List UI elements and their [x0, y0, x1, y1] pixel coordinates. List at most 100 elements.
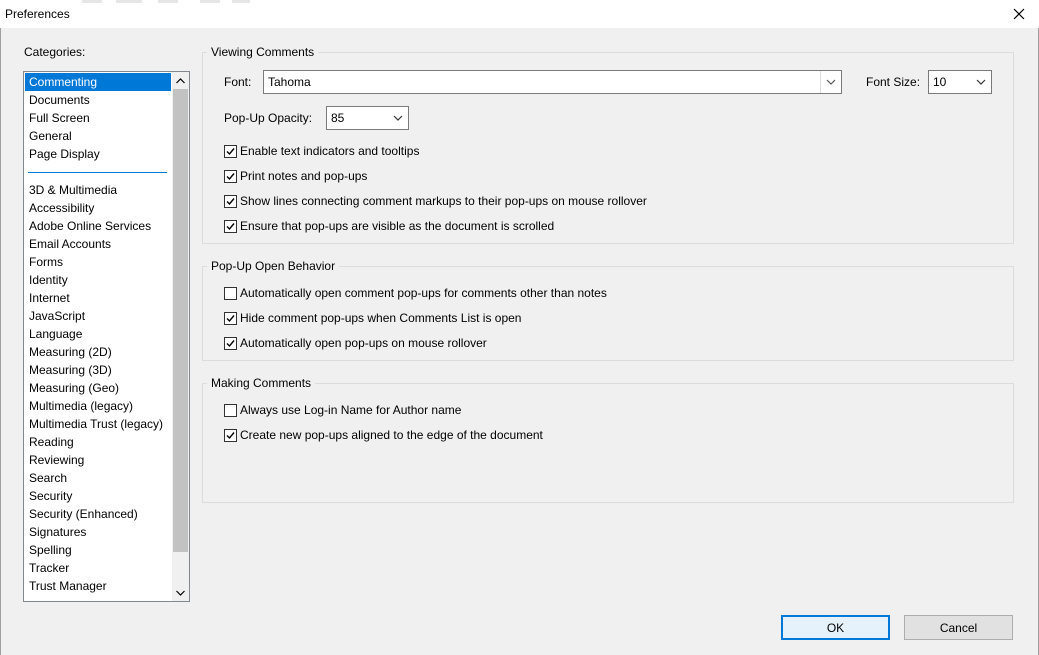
scroll-down-button[interactable] — [172, 584, 189, 601]
category-item[interactable]: Measuring (Geo) — [25, 379, 171, 397]
checkmark-icon — [226, 431, 235, 439]
checkbox-label: Hide comment pop-ups when Comments List … — [240, 311, 522, 325]
category-item[interactable]: Accessibility — [25, 199, 171, 217]
cancel-button[interactable]: Cancel — [904, 615, 1013, 640]
category-item[interactable]: Signatures — [25, 523, 171, 541]
font-value: Tahoma — [268, 75, 311, 89]
title-bar: Preferences — [0, 0, 1039, 28]
checkbox-box[interactable] — [224, 311, 237, 325]
background-tab-hint — [158, 0, 178, 3]
background-tab-hint — [232, 0, 250, 3]
font-label: Font: — [224, 75, 252, 89]
category-item-documents[interactable]: Documents — [25, 91, 171, 109]
category-item[interactable]: Email Accounts — [25, 235, 171, 253]
popup-opacity-select[interactable]: 85 — [326, 106, 409, 130]
category-item-partial — [25, 595, 171, 601]
auto-open-comment-popups-checkbox[interactable]: Automatically open comment pop-ups for c… — [224, 285, 607, 301]
print-notes-checkbox[interactable]: Print notes and pop-ups — [224, 168, 367, 184]
background-tab-hint — [82, 0, 102, 3]
category-item[interactable]: Multimedia Trust (legacy) — [25, 415, 171, 433]
auto-open-popups-rollover-checkbox[interactable]: Automatically open pop-ups on mouse roll… — [224, 335, 487, 351]
scroll-thumb[interactable] — [173, 89, 188, 552]
background-tab-hint — [116, 0, 142, 3]
category-item-general[interactable]: General — [25, 127, 171, 145]
enable-text-indicators-checkbox[interactable]: Enable text indicators and tooltips — [224, 143, 419, 159]
checkbox-label: Enable text indicators and tooltips — [240, 144, 420, 158]
checkmark-icon — [226, 147, 235, 155]
use-login-name-checkbox[interactable]: Always use Log-in Name for Author name — [224, 402, 461, 418]
popup-opacity-dropdown-button[interactable] — [388, 107, 408, 129]
font-select[interactable]: Tahoma — [263, 70, 842, 94]
category-item[interactable]: Reading — [25, 433, 171, 451]
category-item[interactable]: Tracker — [25, 559, 171, 577]
font-size-label: Font Size: — [866, 75, 921, 89]
ok-button[interactable]: OK — [781, 615, 890, 640]
checkbox-label: Always use Log-in Name for Author name — [240, 403, 462, 417]
category-item[interactable]: Spelling — [25, 541, 171, 559]
chevron-down-icon — [976, 79, 986, 85]
chevron-up-icon — [176, 77, 185, 83]
checkbox-box[interactable] — [224, 219, 237, 233]
scroll-up-button[interactable] — [172, 72, 189, 89]
category-item[interactable]: Security — [25, 487, 171, 505]
background-tab-hint — [200, 0, 220, 3]
show-connecting-lines-checkbox[interactable]: Show lines connecting comment markups to… — [224, 193, 647, 209]
checkmark-icon — [226, 197, 235, 205]
checkbox-box[interactable] — [224, 194, 237, 208]
category-item[interactable]: 3D & Multimedia — [25, 181, 171, 199]
category-item[interactable]: Measuring (3D) — [25, 361, 171, 379]
chevron-down-icon — [393, 115, 403, 121]
checkbox-label: Automatically open comment pop-ups for c… — [240, 286, 607, 300]
checkbox-label: Automatically open pop-ups on mouse roll… — [240, 336, 487, 350]
category-item-full-screen[interactable]: Full Screen — [25, 109, 171, 127]
category-item[interactable]: Trust Manager — [25, 577, 171, 595]
window-title: Preferences — [5, 7, 70, 21]
checkbox-label: Create new pop-ups aligned to the edge o… — [240, 428, 543, 442]
chevron-down-icon — [176, 590, 185, 596]
checkbox-box[interactable] — [224, 428, 237, 442]
category-item[interactable]: Language — [25, 325, 171, 343]
checkbox-box[interactable] — [224, 403, 237, 417]
ensure-popups-visible-checkbox[interactable]: Ensure that pop-ups are visible as the d… — [224, 218, 554, 234]
checkmark-icon — [226, 222, 235, 230]
categories-scrollbar[interactable] — [172, 72, 189, 601]
making-comments-title: Making Comments — [207, 376, 316, 390]
category-item[interactable]: Search — [25, 469, 171, 487]
category-item-commenting[interactable]: Commenting — [25, 73, 171, 91]
category-item[interactable]: Adobe Online Services — [25, 217, 171, 235]
category-item[interactable]: Security (Enhanced) — [25, 505, 171, 523]
categories-list[interactable]: Commenting Documents Full Screen General… — [23, 71, 190, 602]
checkbox-label: Ensure that pop-ups are visible as the d… — [240, 219, 555, 233]
categories-label: Categories: — [24, 45, 86, 59]
category-item[interactable]: Internet — [25, 289, 171, 307]
font-size-select[interactable]: 10 — [928, 70, 992, 94]
checkbox-box[interactable] — [224, 169, 237, 183]
close-icon — [1013, 8, 1025, 20]
category-item[interactable]: Measuring (2D) — [25, 343, 171, 361]
close-button[interactable] — [999, 0, 1039, 28]
window-border — [0, 28, 1, 655]
checkbox-box[interactable] — [224, 336, 237, 350]
category-separator — [28, 172, 167, 173]
category-item[interactable]: JavaScript — [25, 307, 171, 325]
category-item[interactable]: Multimedia (legacy) — [25, 397, 171, 415]
category-item[interactable]: Reviewing — [25, 451, 171, 469]
popup-opacity-value: 85 — [331, 111, 345, 125]
making-comments-group — [202, 383, 1014, 503]
align-popups-edge-checkbox[interactable]: Create new pop-ups aligned to the edge o… — [224, 427, 543, 443]
checkmark-icon — [226, 172, 235, 180]
viewing-comments-title: Viewing Comments — [207, 45, 319, 59]
hide-popups-comments-list-checkbox[interactable]: Hide comment pop-ups when Comments List … — [224, 310, 521, 326]
checkbox-box[interactable] — [224, 286, 237, 300]
checkmark-icon — [226, 314, 235, 322]
category-item[interactable]: Forms — [25, 253, 171, 271]
checkbox-label: Print notes and pop-ups — [240, 169, 368, 183]
category-item[interactable]: Identity — [25, 271, 171, 289]
font-size-dropdown-button[interactable] — [971, 71, 991, 93]
popup-opacity-label: Pop-Up Opacity: — [224, 111, 313, 125]
font-dropdown-button[interactable] — [820, 71, 841, 93]
checkmark-icon — [226, 339, 235, 347]
checkbox-box[interactable] — [224, 144, 237, 158]
category-item-page-display[interactable]: Page Display — [25, 145, 171, 163]
popup-open-behavior-title: Pop-Up Open Behavior — [207, 259, 340, 273]
